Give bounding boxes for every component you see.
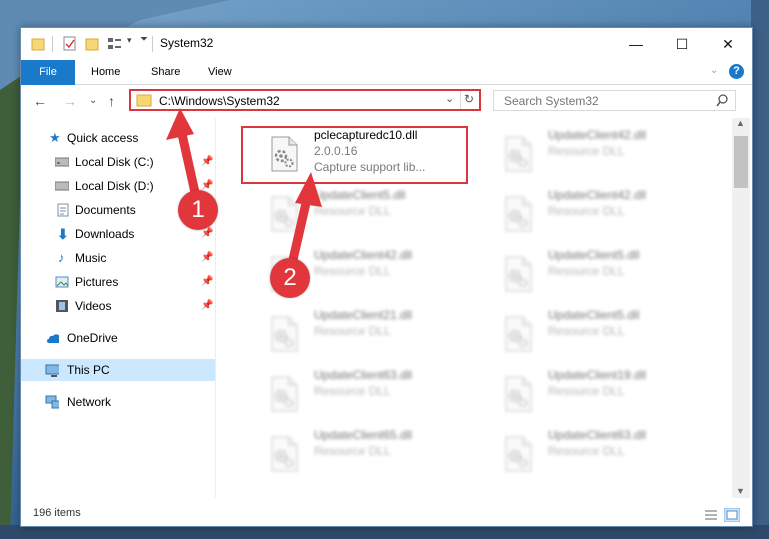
step-badge-1: 1: [178, 190, 218, 230]
arrow-1-head: [166, 108, 194, 140]
step-badge-2: 2: [270, 258, 310, 298]
annotation-arrows: [166, 108, 322, 269]
arrow-2-head: [295, 172, 322, 207]
